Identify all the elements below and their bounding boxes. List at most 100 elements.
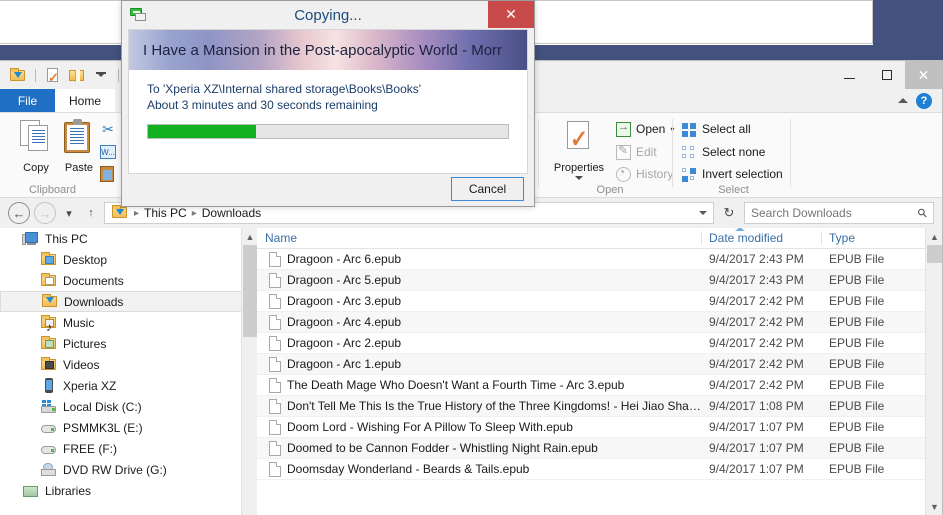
table-row[interactable]: Doomed to be Cannon Fodder - Whistling N…: [257, 438, 942, 459]
tree-item-psmmk3l-e[interactable]: PSMMK3L (E:): [0, 417, 257, 438]
forward-button[interactable]: →: [34, 202, 56, 224]
properties-dropdown-icon[interactable]: [575, 176, 583, 180]
address-dropdown-icon[interactable]: [699, 211, 707, 215]
select-all-button[interactable]: Select all: [682, 119, 751, 139]
table-row[interactable]: Dragoon - Arc 2.epub 9/4/2017 2:42 PM EPUB…: [257, 333, 942, 354]
scissors-icon: ✂: [102, 121, 114, 137]
progress-bar-fill: [148, 125, 256, 138]
back-button[interactable]: ←: [8, 202, 30, 224]
table-row[interactable]: Dragoon - Arc 3.epub 9/4/2017 2:42 PM EPUB…: [257, 291, 942, 312]
file-scroll-thumb[interactable]: [927, 245, 942, 263]
tab-home[interactable]: Home: [55, 89, 116, 112]
tree-item-desktop[interactable]: Desktop: [0, 249, 257, 270]
paste-shortcut-icon: [100, 166, 114, 182]
file-date-modified: 9/4/2017 1:07 PM: [709, 441, 804, 455]
address-folder-icon: [111, 205, 129, 221]
ribbon-group-open: ✓ Properties Open ▾ Edit History: [540, 113, 680, 198]
scroll-up-icon[interactable]: ▲: [242, 228, 257, 245]
minimize-button[interactable]: [831, 61, 868, 89]
tree-item-downloads[interactable]: Downloads: [0, 291, 257, 312]
tree-item-documents[interactable]: Documents: [0, 270, 257, 291]
search-input[interactable]: Search Downloads ⚲: [744, 202, 934, 224]
close-button[interactable]: ✕: [905, 61, 942, 89]
open-icon: [616, 121, 631, 137]
file-type: EPUB File: [829, 462, 885, 476]
dialog-title-bar[interactable]: Copying... ✕: [122, 1, 534, 29]
dialog-close-button[interactable]: ✕: [488, 1, 534, 28]
phone-icon: [40, 378, 57, 393]
table-row[interactable]: Dragoon - Arc 5.epub 9/4/2017 2:43 PM EPUB…: [257, 270, 942, 291]
new-folder-icon[interactable]: [67, 65, 87, 85]
table-row[interactable]: Doomsday Wonderland - Beards & Tails.epu…: [257, 459, 942, 480]
tree-label: Pictures: [63, 336, 107, 351]
help-icon[interactable]: ?: [916, 92, 932, 109]
properties-label: Properties: [553, 162, 605, 174]
tree-item-this-pc[interactable]: This PC: [0, 228, 257, 249]
tree-item-xperia-xz[interactable]: Xperia XZ: [0, 375, 257, 396]
invert-selection-button[interactable]: Invert selection: [682, 164, 783, 184]
column-header-date-modified[interactable]: Date modified: [709, 231, 783, 245]
chevron-up-icon[interactable]: [898, 98, 908, 103]
tree-label: PSMMK3L (E:): [63, 420, 143, 435]
paste-shortcut-button[interactable]: [100, 164, 114, 184]
table-row[interactable]: Dragoon - Arc 4.epub 9/4/2017 2:42 PM EPUB…: [257, 312, 942, 333]
nav-scroll-thumb[interactable]: [243, 245, 257, 337]
removable-drive-icon: [40, 422, 57, 434]
table-row[interactable]: Dragoon - Arc 1.epub 9/4/2017 2:42 PM EPUB…: [257, 354, 942, 375]
breadcrumb-this-pc[interactable]: This PC: [144, 206, 187, 220]
recent-locations-button[interactable]: ▾: [60, 202, 78, 224]
table-row[interactable]: Doom Lord - Wishing For A Pillow To Slee…: [257, 417, 942, 438]
table-row[interactable]: Don't Tell Me This Is the True History o…: [257, 396, 942, 417]
copy-path-icon: W...: [100, 145, 116, 159]
tree-item-local-disk-c[interactable]: Local Disk (C:): [0, 396, 257, 417]
table-row[interactable]: The Death Mage Who Doesn't Want a Fourth…: [257, 375, 942, 396]
epub-file-icon: [269, 273, 281, 288]
maximize-button[interactable]: [868, 61, 905, 89]
tree-item-videos[interactable]: Videos: [0, 354, 257, 375]
scroll-down-icon[interactable]: ▼: [926, 498, 942, 515]
tab-file[interactable]: File: [0, 89, 55, 112]
nav-pane-scrollbar[interactable]: ▲ ▼: [241, 228, 257, 515]
tree-item-dvd-rw-drive-g[interactable]: DVD RW Drive (G:): [0, 459, 257, 480]
scroll-up-icon[interactable]: ▲: [926, 228, 942, 245]
epub-file-icon: [269, 336, 281, 351]
file-date-modified: 9/4/2017 2:42 PM: [709, 336, 804, 350]
file-list-scrollbar[interactable]: ▲ ▼: [925, 228, 942, 515]
dialog-footer: Cancel: [128, 175, 528, 203]
tree-item-free-f[interactable]: FREE (F:): [0, 438, 257, 459]
tree-item-music[interactable]: ♪ Music: [0, 312, 257, 334]
tree-item-pictures[interactable]: Pictures: [0, 333, 257, 354]
tree-label: DVD RW Drive (G:): [63, 462, 167, 477]
toolbar-divider-2: [118, 68, 119, 82]
up-button[interactable]: ↑: [82, 202, 100, 224]
tree-item-libraries[interactable]: Libraries: [0, 480, 257, 501]
item-title: I Have a Mansion in the Post-apocalyptic…: [143, 41, 503, 59]
cut-button[interactable]: ✂: [100, 119, 116, 139]
breadcrumb-downloads[interactable]: Downloads: [202, 206, 261, 220]
copy-path-button[interactable]: W...: [100, 142, 116, 162]
table-row[interactable]: Dragoon - Arc 6.epub 9/4/2017 2:43 PM EPUB…: [257, 249, 942, 270]
open-button[interactable]: Open ▾: [616, 119, 674, 139]
folder-downloads-icon: [41, 293, 58, 310]
epub-file-icon: [269, 252, 281, 267]
select-group-label: Select: [718, 184, 749, 196]
file-list-pane: Name Date modified Type Dragoon - Arc 6.…: [257, 228, 942, 515]
file-name: Dragoon - Arc 6.epub: [287, 252, 402, 266]
history-icon: [616, 165, 631, 182]
file-type: EPUB File: [829, 273, 885, 287]
ribbon-group-select: Select all Select none Invert selection …: [676, 113, 791, 198]
tree-label: This PC: [45, 231, 88, 246]
file-name: Doomsday Wonderland - Beards & Tails.epu…: [287, 462, 530, 476]
customize-qat-icon[interactable]: [91, 65, 111, 85]
downloads-folder-icon[interactable]: [8, 65, 28, 85]
progress-bar: [147, 124, 509, 139]
properties-icon[interactable]: ✓: [43, 65, 63, 85]
epub-file-icon: [269, 294, 281, 309]
select-none-button[interactable]: Select none: [682, 142, 765, 162]
epub-file-icon: [269, 462, 281, 477]
refresh-button[interactable]: ↻: [718, 202, 740, 224]
properties-icon: ✓: [563, 121, 595, 155]
column-header-type[interactable]: Type: [829, 231, 855, 245]
cancel-button[interactable]: Cancel: [451, 177, 524, 201]
column-header-name[interactable]: Name: [265, 231, 297, 245]
